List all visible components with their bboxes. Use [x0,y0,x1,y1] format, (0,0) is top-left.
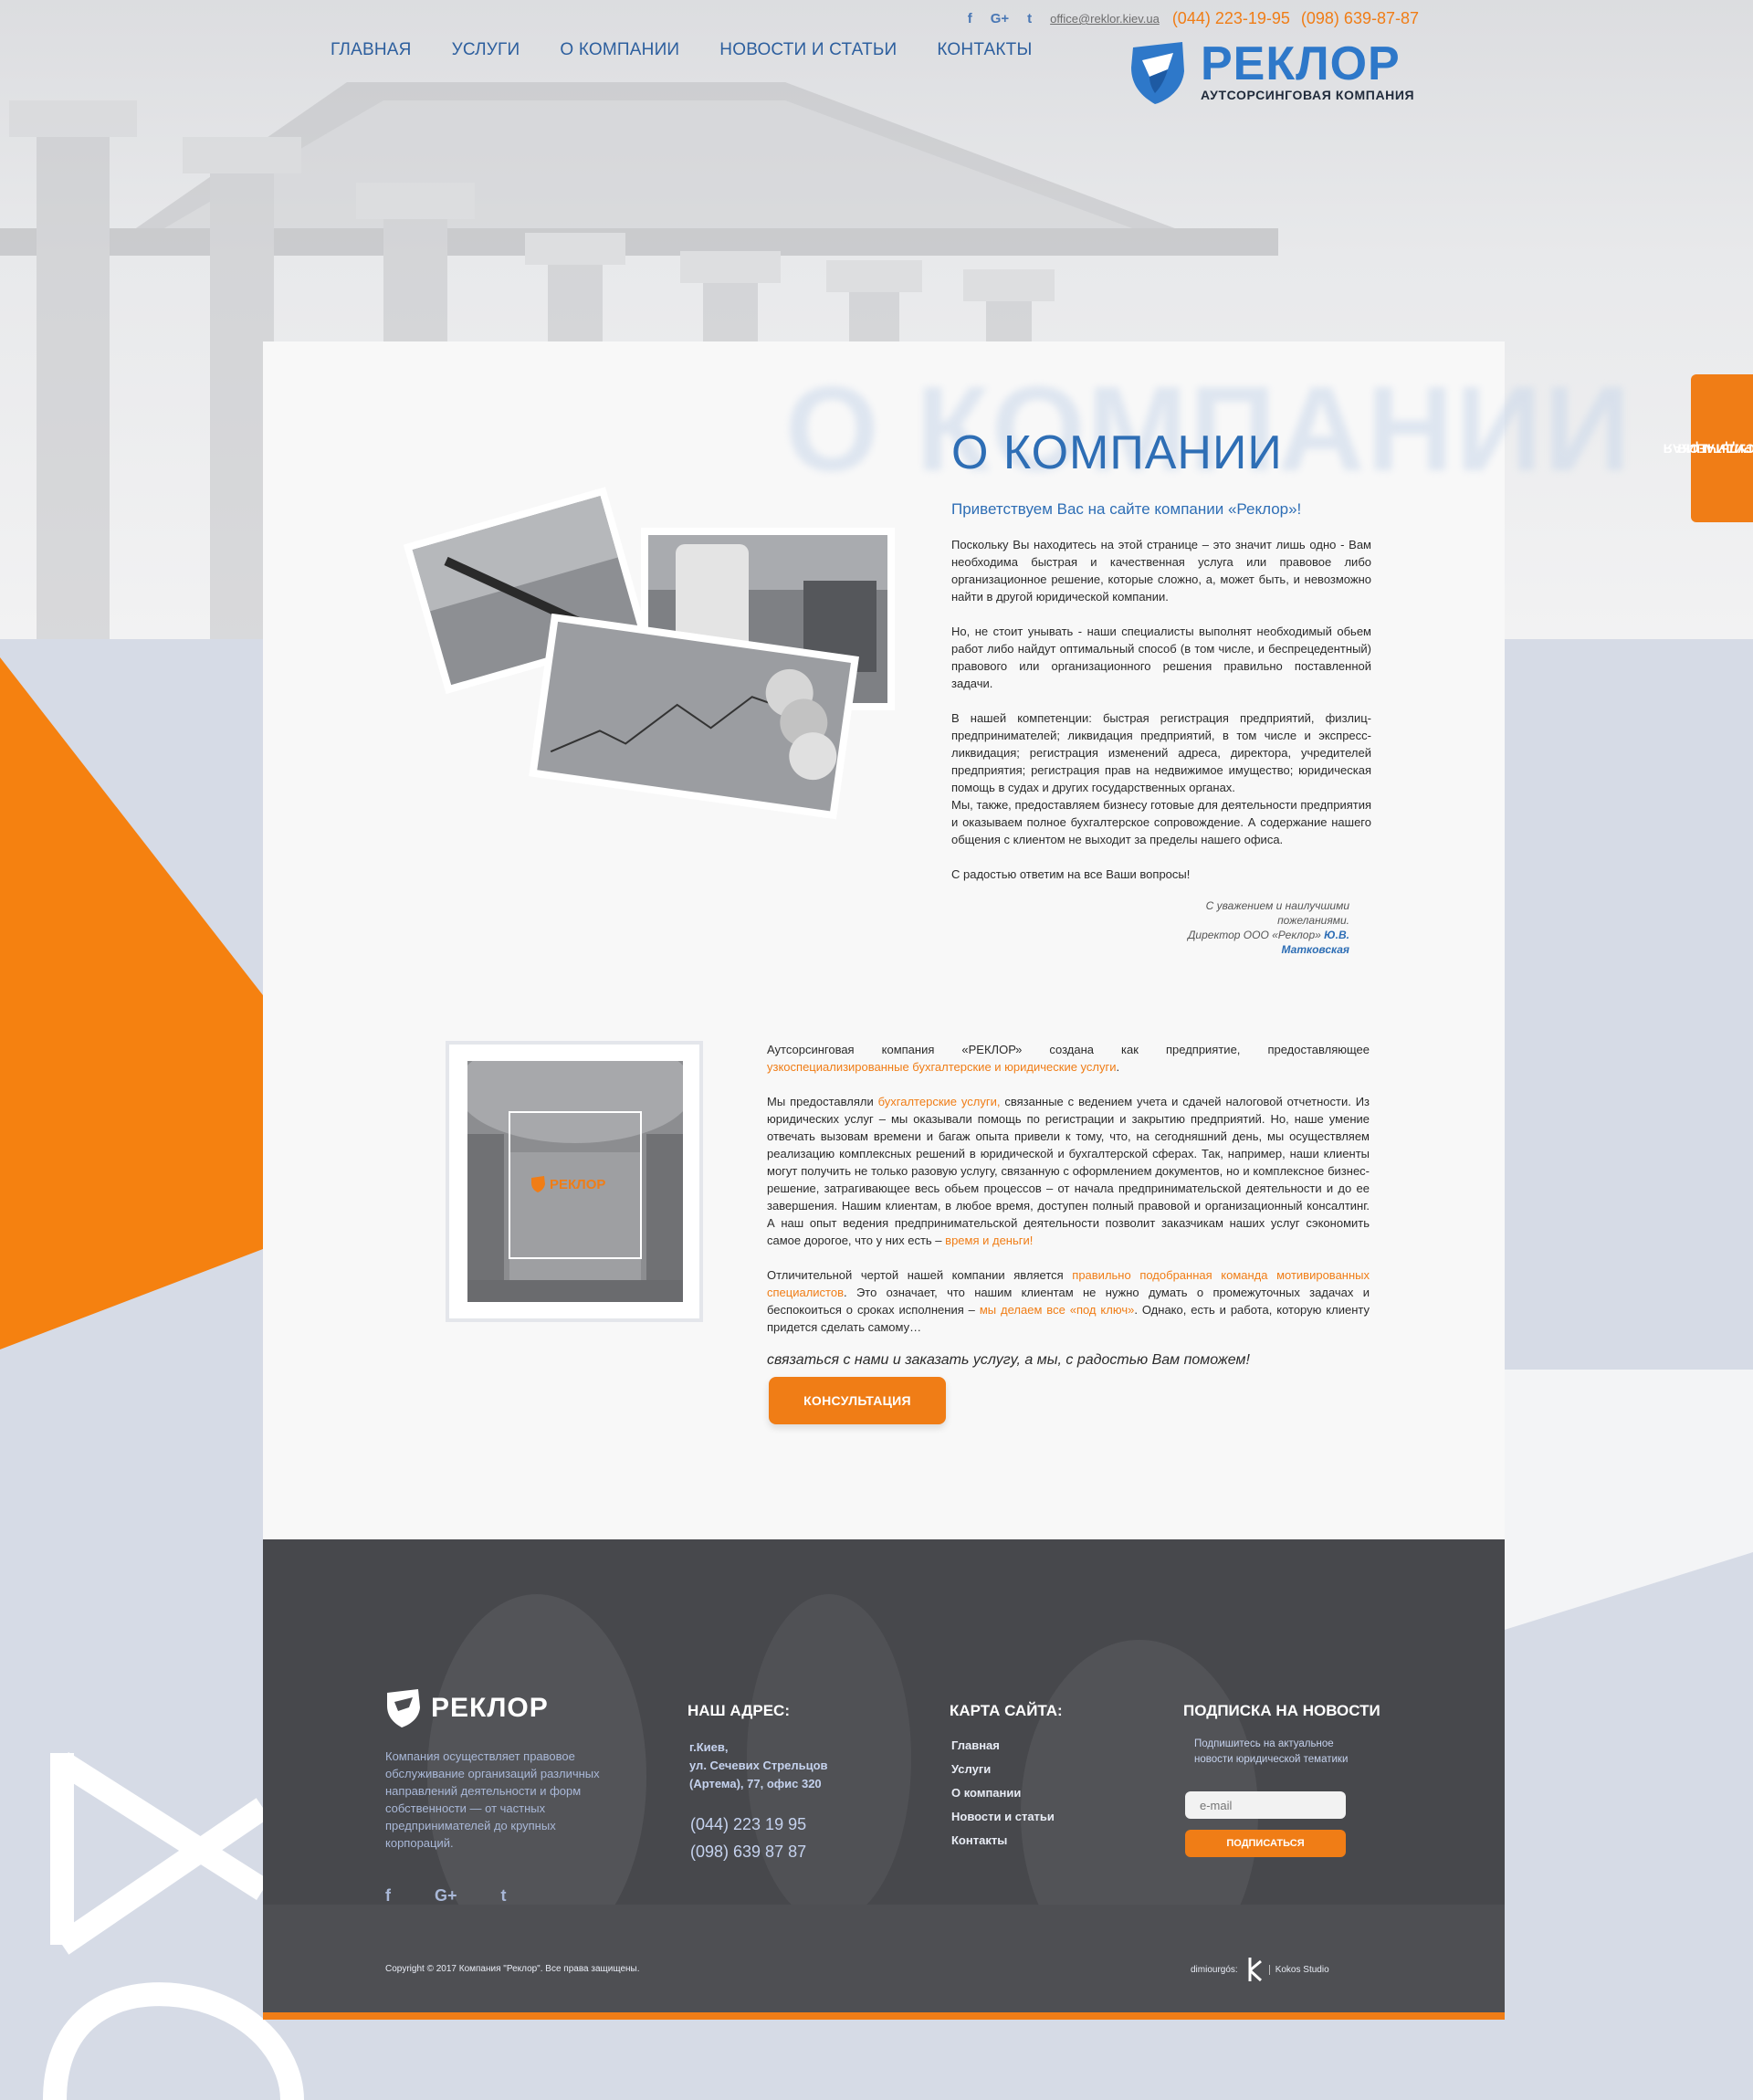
about-card: О КОМПАНИИ О КОМПАНИИ Приветствуем Вас н… [263,341,1631,1539]
developer-studio: Kokos Studio [1268,1964,1329,1975]
address-line-2: ул. Сечевих Стрельцов [689,1759,828,1772]
turnkey-highlight: мы делаем все «под ключ» [979,1303,1135,1317]
twitter-icon[interactable]: t [1027,11,1032,26]
footer-google-plus-icon[interactable]: G+ [435,1886,457,1906]
header-phone-1[interactable]: (044) 223-19-95 [1172,9,1290,28]
footer-description: Компания осуществляет правовое обслужива… [385,1749,600,1850]
company-p1-text: Аутсорсинговая компания «РЕКЛОР» создана… [767,1043,1370,1056]
facebook-icon[interactable]: f [968,11,972,26]
footer-twitter-icon[interactable]: t [501,1886,507,1906]
director-signature: С уважением и наилучшими пожеланиями. Ди… [1149,898,1349,957]
address-heading: НАШ АДРЕС: [688,1702,790,1719]
site-footer: РЕКЛОР Компания осуществляет правовое об… [263,1539,1505,2012]
address-line-3: (Артема), 77, офис 320 [689,1777,822,1790]
footer-phone-1[interactable]: (044) 223 19 95 [690,1815,806,1834]
company-p1-end: . [1116,1060,1120,1074]
side-tab-line-2: КОНСУЛЬТАЦИЯ [1677,441,1753,457]
legal-consultation-tab[interactable]: ЮРИДИЧЕСКАЯКОНСУЛЬТАЦИЯ [1664,374,1753,522]
accounting-services-link[interactable]: бухгалтерские услуги, [878,1095,1001,1108]
nav-contacts[interactable]: КОНТАКТЫ [937,40,1032,60]
company-description: Аутсорсинговая компания «РЕКЛОР» создана… [767,1041,1370,1386]
site-logo[interactable]: РЕКЛОР АУТСОРСИНГОВАЯ КОМПАНИЯ [1128,40,1414,106]
sitemap-links: Главная Услуги О компании Новости и стат… [951,1738,1055,1857]
footer-phone-2[interactable]: (098) 639 87 87 [690,1843,806,1862]
footer-logo-shield-icon [387,1689,420,1727]
footer-address: г.Киев, ул. Сечевих Стрельцов (Артема), … [689,1738,828,1793]
address-line-1: г.Киев, [689,1740,729,1754]
nav-home[interactable]: ГЛАВНАЯ [331,40,412,60]
kokos-studio-logo-icon [1248,1958,1262,1982]
header-contacts: f G+ t office@reklor.kiev.ua (044) 223-1… [968,9,1419,28]
main-nav: ГЛАВНАЯ УСЛУГИ О КОМПАНИИ НОВОСТИ И СТАТ… [331,40,1072,60]
specialized-services-link[interactable]: узкоспециализированные бухгалтерские и ю… [767,1060,1116,1074]
about-intro-text: Приветствуем Вас на сайте компании «Рекл… [951,500,1371,900]
footer-accent-bar [263,2012,1505,2020]
side-tab-label: ЮРИДИЧЕСКАЯКОНСУЛЬТАЦИЯ [1664,396,1753,500]
footer-logo[interactable]: РЕКЛОР [385,1689,549,1727]
sitemap-about[interactable]: О компании [951,1786,1055,1800]
company-paragraph-2: Мы предоставляли бухгалтерские услуги, с… [767,1093,1370,1249]
subscribe-email-input[interactable] [1185,1791,1346,1819]
nav-news[interactable]: НОВОСТИ И СТАТЬИ [719,40,897,60]
about-paragraph-3: В нашей компетенции: быстрая регистрация… [951,711,1371,794]
sitemap-home[interactable]: Главная [951,1738,1055,1752]
sign-line-1: С уважением и наилучшими пожеланиями. [1205,899,1349,927]
subscribe-note: Подпишитесь на актуальное новости юридич… [1194,1738,1349,1765]
sign-role: Директор ООО «Реклор» [1187,929,1321,941]
company-p2-body: связанные с ведением учета и сдачей нало… [767,1095,1370,1247]
logo-text: РЕКЛОР АУТСОРСИНГОВАЯ КОМПАНИЯ [1201,40,1414,102]
about-paragraph-2: Но, не стоит унывать - наши специалисты … [951,625,1371,690]
photo-logo-text: РЕКЛОР [550,1177,605,1192]
greeting: Приветствуем Вас на сайте компании «Рекл… [951,500,1302,518]
company-paragraph-1: Аутсорсинговая компания «РЕКЛОР» создана… [767,1041,1370,1076]
header-phone-2[interactable]: (098) 639-87-87 [1301,9,1419,28]
subscribe-button[interactable]: ПОДПИСАТЬСЯ [1185,1830,1346,1857]
sitemap-news[interactable]: Новости и статьи [951,1810,1055,1823]
sitemap-heading: КАРТА САЙТА: [950,1702,1063,1719]
photo-collage-image [403,487,895,820]
page-title: О КОМПАНИИ [951,426,1283,479]
logo-tagline: АУТСОРСИНГОВАЯ КОМПАНИЯ [1201,88,1415,102]
office-interior-image: РЕКЛОР [467,1061,683,1302]
copyright: Copyright © 2017 Компания "Реклор". Все … [385,1964,640,1974]
call-to-action-text: связаться с нами и заказать услугу, а мы… [767,1352,1250,1368]
developer-credit[interactable]: dimiourgós: Kokos Studio [1191,1956,1329,1983]
subscribe-heading: ПОДПИСКА НА НОВОСТИ [1183,1702,1380,1719]
consultation-button[interactable]: КОНСУЛЬТАЦИЯ [769,1377,946,1424]
about-paragraph-5: С радостью ответим на все Ваши вопросы! [951,867,1191,881]
nav-about[interactable]: О КОМПАНИИ [560,40,679,60]
header-email-link[interactable]: office@reklor.kiev.ua [1050,12,1160,26]
about-paragraph-4: Мы, также, предоставляем бизнесу готовые… [951,798,1371,846]
sitemap-contacts[interactable]: Контакты [951,1833,1055,1847]
logo-shield-icon [1131,42,1184,104]
time-and-money-highlight: время и деньги! [945,1234,1034,1247]
company-p3-text: Отличительной чертой нашей компании явля… [767,1268,1073,1282]
footer-brand: РЕКЛОР [431,1693,549,1723]
logo-brand: РЕКЛОР [1201,37,1401,90]
google-plus-icon[interactable]: G+ [991,11,1009,26]
developer-label: dimiourgós: [1191,1964,1238,1975]
nav-services[interactable]: УСЛУГИ [452,40,520,60]
sitemap-services[interactable]: Услуги [951,1762,1055,1776]
sign-line-2: Директор ООО «Реклор» Ю.В. Матковская [1149,928,1349,957]
about-paragraph-1: Поскольку Вы находитесь на этой странице… [951,538,1371,604]
footer-facebook-icon[interactable]: f [385,1886,391,1906]
footer-social: f G+ t [385,1886,551,1906]
company-paragraph-3: Отличительной чертой нашей компании явля… [767,1266,1370,1336]
company-p2-text: Мы предоставляли [767,1095,878,1108]
office-photo-frame: РЕКЛОР [446,1041,703,1322]
